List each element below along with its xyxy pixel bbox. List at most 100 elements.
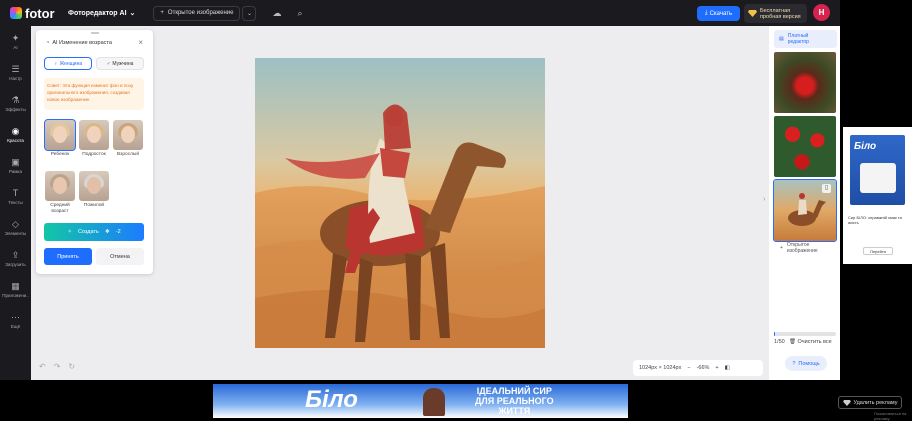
- zoom-out-icon[interactable]: −: [687, 365, 690, 371]
- collapse-panel-arrow-icon[interactable]: ›: [763, 196, 765, 203]
- nav-label: Элементы: [4, 231, 27, 236]
- clear-all-button[interactable]: 🗑 Очистить все: [789, 339, 832, 345]
- create-label: Создать: [77, 229, 99, 235]
- nav-elements[interactable]: ◇ Элементы: [0, 212, 31, 243]
- cancel-button[interactable]: Отмена: [96, 248, 144, 265]
- undo-icon[interactable]: ↶: [39, 362, 46, 371]
- nav-more[interactable]: ⋯ Ещё: [0, 305, 31, 336]
- nav-ai[interactable]: ✦ AI: [0, 26, 31, 57]
- delete-icon[interactable]: ▯: [822, 184, 831, 193]
- cheese-pack-image: [860, 163, 896, 193]
- age-option-teen[interactable]: [79, 120, 109, 150]
- apps-icon: ▦: [11, 281, 20, 291]
- age-option-elderly[interactable]: [79, 171, 109, 201]
- nav-apps[interactable]: ▦ Приложени..: [0, 274, 31, 305]
- age-option-middle-aged[interactable]: [45, 171, 75, 201]
- plus-icon: +: [780, 245, 783, 251]
- bottom-ad[interactable]: Біло ІДЕАЛЬНИЙ СИР ДЛЯ РЕАЛЬНОГО ЖИТТЯ: [213, 384, 628, 418]
- history-controls: ↶ ↷ ↻: [39, 362, 75, 371]
- editor-title-label: Фоторедактор AI: [68, 9, 127, 17]
- nav-label: Настр: [9, 76, 22, 81]
- history-progress-fill: [774, 332, 776, 336]
- male-icon: ♂: [106, 60, 111, 67]
- download-label: Скачать: [709, 10, 733, 17]
- open-image-button[interactable]: + Открытое изображение: [153, 5, 241, 21]
- nav-adjust[interactable]: ☰ Настр: [0, 57, 31, 88]
- help-label: Помощь: [798, 360, 820, 367]
- panel-title: ◔ AI Изменение возраста: [46, 40, 112, 46]
- cloud-icon[interactable]: ☁: [272, 8, 281, 19]
- slogan-line1: ІДЕАЛЬНИЙ СИР: [476, 386, 552, 396]
- history-thumb-roses[interactable]: [774, 116, 836, 177]
- nav-label: Эффекты: [5, 107, 26, 112]
- download-button[interactable]: ⤓ Скачать: [697, 6, 740, 21]
- edited-image-canvas[interactable]: [255, 58, 545, 348]
- close-icon[interactable]: ×: [138, 38, 143, 47]
- redo-icon[interactable]: ↷: [54, 362, 61, 371]
- compare-icon[interactable]: ◧: [725, 365, 730, 371]
- left-nav: ✦ AI ☰ Настр ⚗ Эффекты ◉ Красота ▣ Рамка T Тек…: [0, 26, 31, 380]
- remove-ad-label: Удалить рекламу: [853, 399, 898, 406]
- tip-message: Совет: Эта функция изменит фон и позу ор…: [44, 78, 144, 110]
- search-icon[interactable]: ⌕: [297, 8, 302, 19]
- age-label: Пожилой: [83, 203, 105, 208]
- add-image-button[interactable]: + Открытое изображение: [780, 242, 818, 254]
- chevron-down-icon: ⌄: [129, 10, 136, 17]
- eye-icon: ◉: [11, 126, 20, 136]
- nav-effects[interactable]: ⚗ Эффекты: [0, 88, 31, 119]
- upload-icon: ⇪: [11, 250, 20, 260]
- tab-female-label: Женщина: [59, 60, 83, 67]
- slogan-line3: ЖИТТЯ: [498, 406, 531, 416]
- remove-ad-button[interactable]: Удалить рекламу: [838, 396, 902, 409]
- side-ad-banner: Біло: [850, 135, 905, 205]
- age-option-child[interactable]: [44, 119, 76, 151]
- tab-female[interactable]: ♀ Женщина: [44, 57, 92, 70]
- create-button[interactable]: ✧ Создать ❖ -2: [44, 223, 144, 241]
- editor-menu[interactable]: Фоторедактор AI ⌄: [68, 9, 136, 18]
- free-trial-button[interactable]: Бесплатная пробная версия: [744, 4, 807, 23]
- nav-label: Рамка: [8, 169, 23, 174]
- desert-camel-photo: [255, 104, 545, 348]
- side-ad[interactable]: Біло Сир БІЛО: справжній смак та якість …: [843, 127, 912, 264]
- fotor-logo[interactable]: fotor: [10, 6, 62, 21]
- logo-text: fotor: [25, 5, 55, 21]
- age-label: Средний возраст: [50, 203, 70, 214]
- history-thumb-rose[interactable]: [774, 52, 836, 113]
- nav-beauty[interactable]: ◉ Красота: [0, 119, 31, 150]
- help-button[interactable]: ? Помощь: [785, 356, 827, 371]
- reset-icon[interactable]: ↻: [68, 362, 75, 371]
- bottom-ad-brand: Біло: [305, 386, 358, 413]
- magic-wand-icon: ✧: [67, 229, 72, 235]
- tab-male[interactable]: ♂ Мужчина: [96, 57, 144, 70]
- nav-text[interactable]: T Тексты: [0, 181, 31, 212]
- side-ad-button[interactable]: Перейти: [863, 247, 893, 255]
- bottom-toolbar: ↶ ↷ ↻ 1024px × 1024px − -66% + ◧: [31, 358, 769, 380]
- nav-frame[interactable]: ▣ Рамка: [0, 150, 31, 181]
- female-icon: ♀: [53, 60, 58, 67]
- apply-button[interactable]: Принять: [44, 248, 92, 265]
- drag-handle[interactable]: [91, 32, 99, 34]
- side-ad-brand: Біло: [854, 141, 877, 152]
- flask-icon: ⚗: [11, 95, 20, 105]
- ad-person-image: [423, 388, 445, 416]
- logo-mark-icon: [10, 7, 22, 19]
- nav-label: AI: [13, 45, 18, 50]
- age-label: Подросток: [82, 152, 106, 157]
- zoom-level[interactable]: -66%: [697, 365, 710, 371]
- bottom-ad-sky: [213, 384, 628, 418]
- age-option-adult[interactable]: [113, 120, 143, 150]
- bottom-ad-slogan: ІДЕАЛЬНИЙ СИР ДЛЯ РЕАЛЬНОГО ЖИТТЯ: [475, 386, 554, 416]
- slogan-line2: ДЛЯ РЕАЛЬНОГО: [475, 396, 554, 406]
- nav-upload[interactable]: ⇪ Загрузить: [0, 243, 31, 274]
- sliders-icon: ☰: [11, 64, 20, 74]
- zoom-in-icon[interactable]: +: [715, 365, 718, 371]
- credits-cost: -2: [115, 229, 121, 235]
- report-ad-link[interactable]: Пожаловаться на рекламу: [874, 411, 912, 421]
- age-clock-icon: ◔: [46, 40, 50, 46]
- avatar[interactable]: H: [813, 4, 830, 21]
- sparkle-icon: ✦: [11, 33, 20, 43]
- help-icon: ?: [792, 360, 796, 367]
- paid-editor-button[interactable]: ▤ Платный редактор: [774, 30, 837, 48]
- frame-icon: ▣: [11, 157, 20, 167]
- open-image-dropdown[interactable]: ⌄: [242, 5, 257, 21]
